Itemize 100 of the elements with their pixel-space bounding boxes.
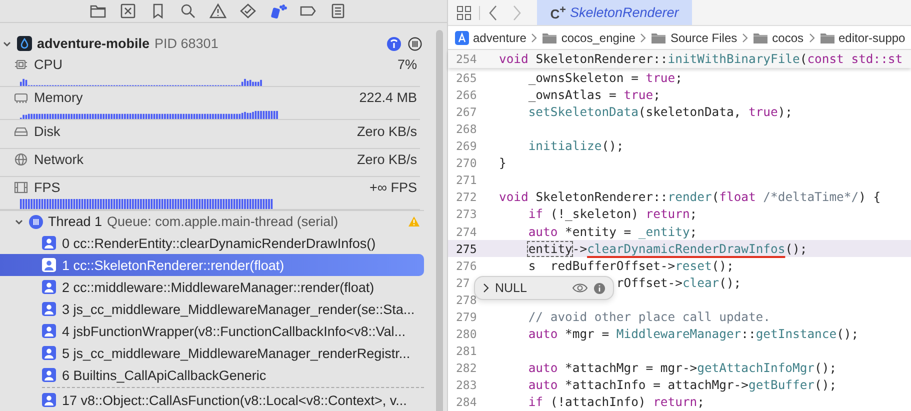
- gauge-value: Zero KB/s: [356, 152, 417, 168]
- app-icon: [17, 36, 32, 52]
- info-icon[interactable]: [594, 282, 605, 294]
- line-number: 273: [455, 207, 478, 222]
- gauge-value: 7%: [397, 57, 417, 72]
- folder-icon[interactable]: [89, 2, 107, 19]
- list-icon[interactable]: [329, 2, 347, 19]
- folder-icon: [651, 32, 666, 44]
- line-number: 269: [455, 139, 478, 154]
- line-number: 283: [455, 378, 478, 392]
- gauge-icon[interactable]: [387, 36, 401, 51]
- person-icon: [42, 368, 56, 382]
- line-number: 280: [455, 327, 478, 342]
- globe-icon: [14, 153, 28, 166]
- gauge-label: Memory: [34, 90, 83, 106]
- process-id: PID 68301: [154, 36, 218, 52]
- variable-value: NULL: [495, 281, 527, 296]
- debug-spray-icon[interactable]: [269, 2, 287, 19]
- chevron-right-icon: [531, 32, 538, 43]
- close-square-icon[interactable]: [119, 2, 137, 19]
- person-icon: [42, 346, 56, 360]
- person-icon: [42, 393, 56, 407]
- threads-icon[interactable]: [408, 36, 422, 51]
- line-number: 27: [455, 276, 471, 290]
- code-line: }: [499, 156, 506, 170]
- line-number: 281: [455, 344, 478, 358]
- gauge-label: CPU: [34, 57, 63, 72]
- chevron-right-icon: [640, 32, 646, 43]
- stack-frame[interactable]: 4 jsbFunctionWrapper(v8::FunctionCallbackInfo<v8::Val...: [0, 320, 424, 342]
- stack-frame[interactable]: 6 Builtins_CallApiCallbackGeneric: [0, 364, 424, 386]
- stack-frame[interactable]: 0 cc::RenderEntity::clearDynamicRenderDrawInfos(): [0, 232, 424, 254]
- scrollbar[interactable]: [436, 30, 443, 411]
- editor-tab[interactable]: C$^{+}$ SkeletonRenderer: [537, 0, 692, 25]
- breadcrumb-item[interactable]: editor-suppo: [820, 30, 906, 45]
- app-store-icon: [455, 30, 469, 45]
- gauge-value: Zero KB/s: [356, 124, 417, 139]
- code-line: void SkeletonRenderer::render(float /*deltaTime*/) {: [499, 190, 881, 204]
- line-number: 254: [455, 52, 478, 66]
- code-line: entity->clearDynamicRenderDrawInfos();: [528, 242, 808, 256]
- code-line: rOffset->clear();: [616, 276, 742, 290]
- stack-frame[interactable]: 17 v8::Object::CallAsFunction(v8::Local<v8::Context>, v...: [0, 389, 424, 411]
- line-number: 276: [455, 258, 478, 273]
- line-number: 275: [455, 242, 478, 256]
- diamond-check-icon[interactable]: [239, 2, 257, 19]
- line-number: 274: [455, 224, 478, 239]
- chip-icon: [14, 58, 28, 72]
- stack-frame[interactable]: 5 js_cc_middleware_MiddlewareManager_renderRegistr...: [0, 342, 424, 364]
- folder-icon: [820, 32, 834, 44]
- thread-title: Thread 1: [48, 214, 102, 230]
- search-icon[interactable]: [179, 2, 197, 19]
- person-icon: [42, 302, 56, 316]
- line-number: 284: [455, 395, 478, 410]
- stack-frame[interactable]: 2 cc::middleware::MiddlewareManager::render(float): [0, 276, 424, 298]
- gauge-label: FPS: [34, 180, 60, 196]
- code-line: auto *attachMgr = mgr->getAttachInfoMgr();: [528, 361, 837, 376]
- person-icon: [42, 280, 56, 294]
- process-name: adventure-mobile: [37, 36, 150, 52]
- chevron-right-icon[interactable]: [483, 283, 489, 294]
- folder-icon: [753, 32, 768, 44]
- code-line: auto *mgr = MiddlewareManager::getInstance();: [528, 327, 859, 342]
- gauge-label: Disk: [34, 124, 60, 139]
- thread-queue: Queue: com.apple.main-thread (serial): [107, 214, 338, 230]
- code-line: _ownsSkeleton = true;: [528, 70, 682, 85]
- eye-icon[interactable]: [572, 283, 588, 294]
- memory-icon: [14, 91, 28, 104]
- code-line: s redBufferOffset->reset();: [528, 258, 734, 273]
- code-line: auto *entity = _entity;: [528, 224, 698, 239]
- code-line: // avoid other place call update.: [528, 310, 770, 324]
- line-number: 268: [455, 122, 478, 136]
- grid-icon[interactable]: [457, 6, 471, 20]
- gauge-value: +∞ FPS: [369, 180, 417, 196]
- person-icon: [42, 258, 56, 272]
- line-number: 267: [455, 104, 478, 119]
- back-icon[interactable]: [488, 4, 498, 20]
- chevron-right-icon: [742, 32, 748, 43]
- person-icon: [42, 324, 56, 338]
- code-line: if (!attachInfo) return;: [528, 395, 704, 410]
- breadcrumb-item[interactable]: cocos: [753, 30, 804, 45]
- code-line: setSkeletonData(skeletonData, true);: [528, 104, 793, 119]
- breadcrumb-item[interactable]: adventure: [455, 30, 526, 45]
- line-number: 279: [455, 310, 478, 324]
- film-icon: [14, 181, 28, 194]
- gauge-value: 222.4 MB: [359, 90, 417, 106]
- line-number: 266: [455, 88, 478, 102]
- code-line: if (!_skeleton) return;: [528, 207, 698, 222]
- gauge-label: Network: [34, 152, 84, 168]
- line-number: 278: [455, 292, 478, 307]
- line-number: 271: [455, 173, 478, 188]
- chevron-right-icon: [808, 32, 814, 43]
- stack-frame[interactable]: 1 cc::SkeletonRenderer::render(float): [0, 254, 424, 276]
- line-number: 265: [455, 70, 478, 85]
- code-line: auto *attachInfo = attachMgr->getBuffer();: [528, 378, 837, 392]
- stack-frame[interactable]: 3 js_cc_middleware_MiddlewareManager_render(se::Sta...: [0, 298, 424, 320]
- warning-icon[interactable]: [209, 2, 227, 19]
- line-number: 282: [455, 361, 478, 376]
- person-icon: [42, 236, 56, 250]
- folder-icon: [542, 32, 558, 44]
- breadcrumb-item[interactable]: cocos_engine: [542, 30, 636, 45]
- line-number: 272: [455, 190, 478, 204]
- breadcrumb-item[interactable]: Source Files: [651, 30, 738, 45]
